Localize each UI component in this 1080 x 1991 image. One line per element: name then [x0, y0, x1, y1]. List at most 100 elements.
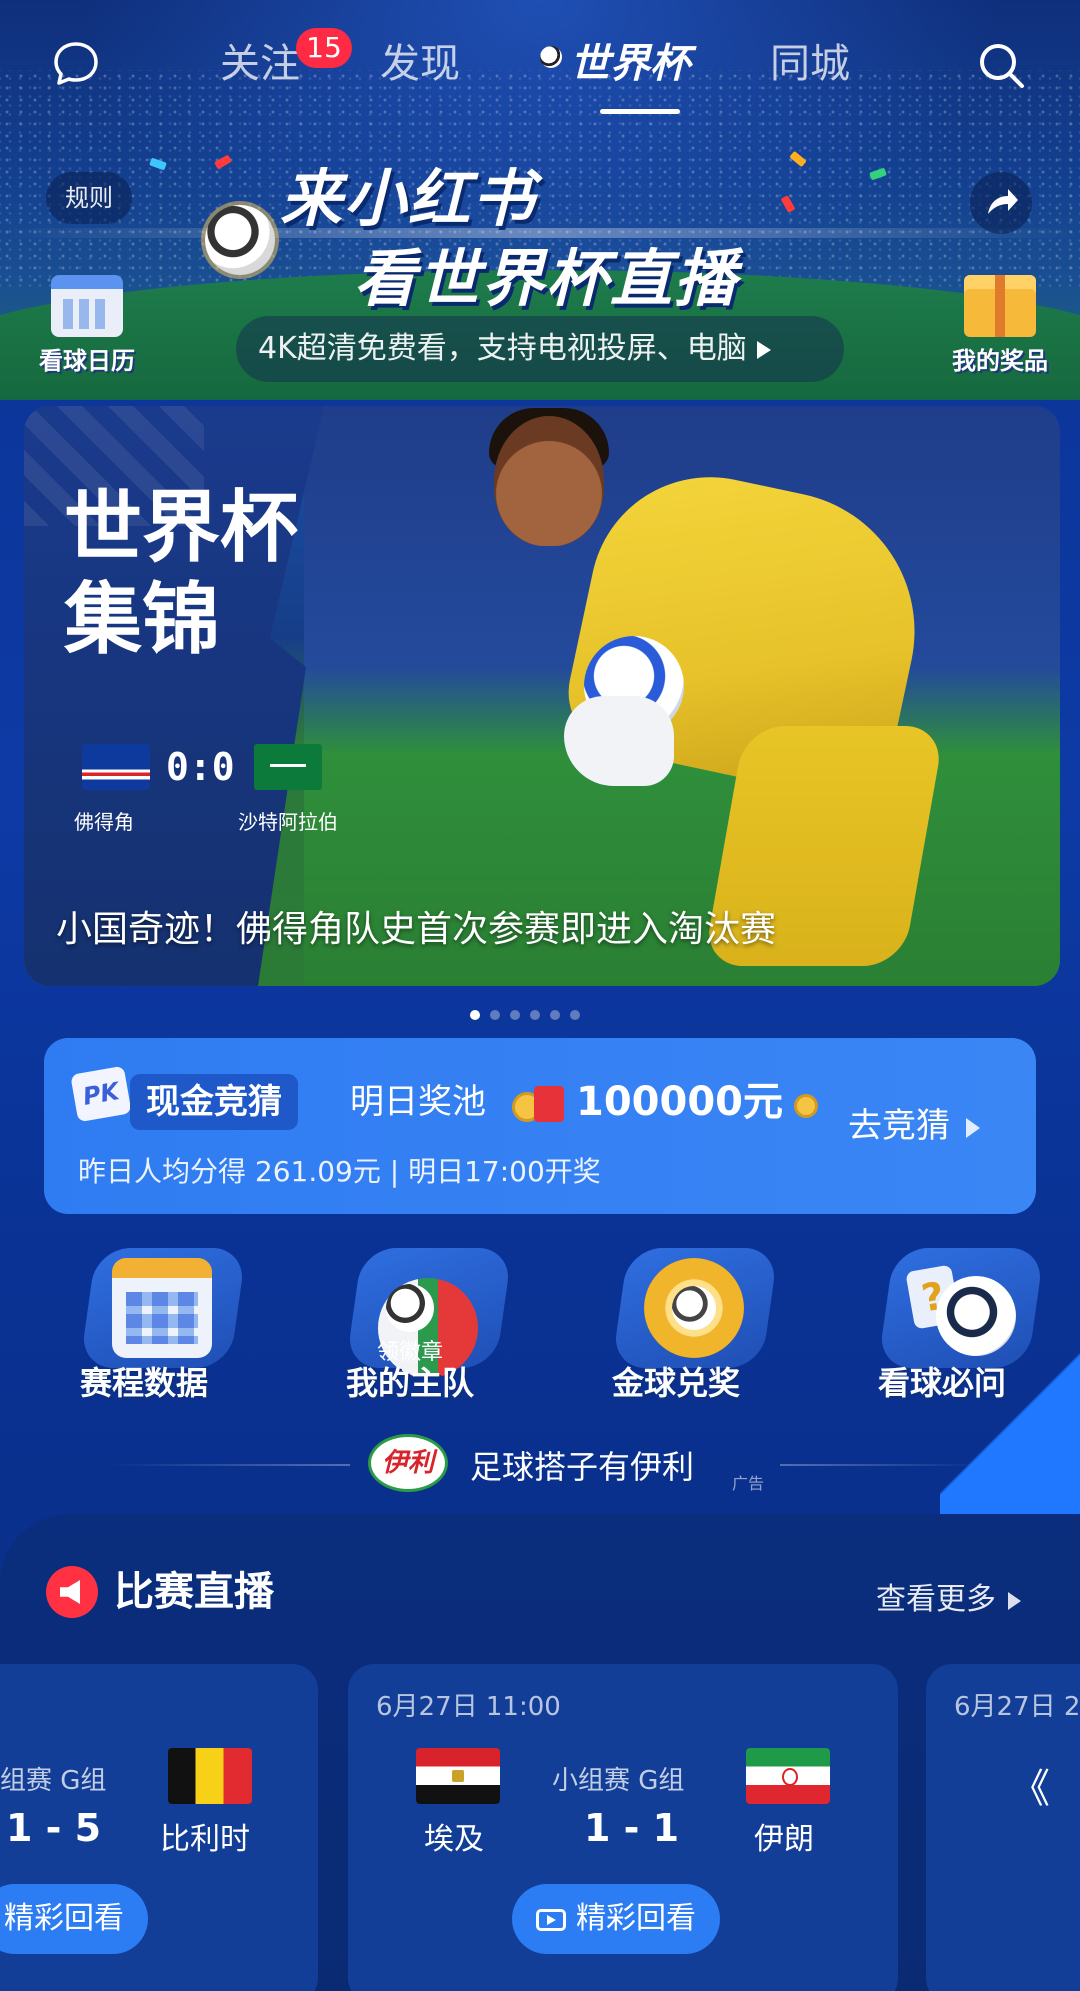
share-icon[interactable] — [970, 172, 1032, 234]
quick-item-label: 赛程数据 — [79, 1364, 208, 1402]
world-cup-page: 关注 15 发现 世界杯 同城 规则 来小红书 看世界杯直播 看球日历 我的奖品… — [0, 0, 1080, 1991]
hero-subtitle-pill[interactable]: 4K超清免费看，支持电视投屏、电脑 — [236, 316, 844, 382]
yili-logo: 伊利 — [368, 1434, 448, 1492]
tab-world-cup[interactable]: 世界杯 — [540, 36, 690, 114]
sponsor-ad[interactable]: 伊利 足球搭子有伊利 广告 — [0, 1432, 1080, 1498]
goalkeeper-glove — [564, 696, 674, 786]
highlight-score: 0:0 — [166, 745, 235, 789]
home-team-name: 佛得角 — [74, 810, 134, 834]
divider — [110, 1464, 350, 1466]
match-card[interactable]: 组赛 G组 1 - 5 比利时 精彩回看 — [0, 1664, 318, 1991]
goalkeeper-head — [494, 416, 604, 546]
egypt-flag-icon — [416, 1748, 500, 1804]
tab-follow-label: 关注 — [220, 41, 300, 87]
home-team: 埃及 — [424, 1822, 484, 1857]
my-prizes-shortcut[interactable]: 我的奖品 — [940, 275, 1060, 376]
megaphone-icon — [46, 1566, 98, 1618]
match-calendar-shortcut[interactable]: 看球日历 — [32, 275, 142, 376]
away-team: 伊朗 — [754, 1822, 814, 1857]
carousel-dot[interactable] — [530, 1010, 540, 1020]
sponsor-text: 足球搭子有伊利 — [470, 1448, 695, 1486]
live-matches-section: 比赛直播 查看更多 组赛 G组 1 - 5 比利时 精彩回看 6月27日 11:… — [0, 1514, 1080, 1991]
tab-local[interactable]: 同城 — [770, 36, 850, 92]
tab-world-cup-label: 世界杯 — [570, 41, 690, 87]
hero-subtitle: 4K超清免费看，支持电视投屏、电脑 — [258, 331, 747, 366]
calendar-icon — [51, 275, 123, 337]
chevron-right-icon — [966, 1117, 980, 1138]
chevron-left-icon: 《 — [1010, 1766, 1050, 1812]
quick-item-my-team[interactable]: 领徽章 我的主队 — [290, 1244, 530, 1424]
play-arrow-icon — [756, 340, 771, 359]
top-nav-bar: 关注 15 发现 世界杯 同城 — [0, 20, 1080, 114]
golden-ball-icon — [644, 1258, 744, 1358]
gift-icon — [964, 275, 1036, 337]
go-guess-button[interactable]: 去竞猜 — [848, 1098, 980, 1147]
quick-item-schedule[interactable]: 赛程数据 — [24, 1244, 264, 1424]
match-stage: 组赛 G组 — [0, 1766, 107, 1796]
messages-icon[interactable] — [52, 40, 100, 88]
football-shape — [936, 1276, 1016, 1356]
carousel-dot[interactable] — [490, 1010, 500, 1020]
carousel-dot[interactable] — [550, 1010, 560, 1020]
match-card[interactable]: 6月27日 11:00 埃及 小组赛 G组 1 - 1 伊朗 精彩回看 — [348, 1664, 898, 1991]
away-team: 比利时 — [160, 1822, 250, 1857]
calendar-icon — [112, 1258, 212, 1358]
quick-entries: 赛程数据 领徽章 我的主队 金球兑奖 ? 看球必问 — [0, 1244, 1080, 1424]
ad-tag: 广告 — [732, 1474, 765, 1493]
iran-flag-icon — [746, 1748, 830, 1804]
carousel-dot[interactable] — [470, 1010, 480, 1020]
football-icon — [540, 46, 562, 68]
saudi-arabia-flag-icon — [254, 744, 322, 790]
view-more-link[interactable]: 查看更多 — [876, 1574, 1021, 1618]
carousel-dot[interactable] — [510, 1010, 520, 1020]
highlight-title-line2: 集锦 — [64, 575, 221, 665]
section-title-text: 比赛直播 — [114, 1569, 274, 1615]
cash-guess-tag: 现金竞猜 — [130, 1074, 298, 1130]
away-team-name: 沙特阿拉伯 — [238, 810, 338, 834]
hero-title-line2: 看世界杯直播 — [354, 242, 739, 315]
match-score: 1 - 1 — [584, 1806, 680, 1850]
view-more-label: 查看更多 — [876, 1582, 996, 1617]
quick-item-label: 我的主队 — [345, 1364, 474, 1402]
chevron-right-icon — [1008, 1591, 1021, 1610]
highlight-scoreline: 0:0 佛得角 沙特阿拉伯 — [58, 744, 338, 834]
coin-icon — [794, 1094, 818, 1118]
my-prizes-label: 我的奖品 — [952, 347, 1048, 375]
rules-button[interactable]: 规则 — [46, 172, 132, 224]
tab-local-label: 同城 — [770, 41, 850, 87]
quick-item-label: 看球必问 — [877, 1364, 1006, 1402]
match-time: 6月27日 11:00 — [376, 1692, 561, 1722]
replay-button[interactable]: 精彩回看 — [0, 1884, 148, 1954]
quick-item-golden-ball[interactable]: 金球兑奖 — [556, 1244, 796, 1424]
search-icon[interactable] — [976, 40, 1028, 92]
divider — [780, 1464, 980, 1466]
match-stage: 小组赛 G组 — [552, 1766, 685, 1796]
cash-guess-card[interactable]: PK 现金竞猜 明日奖池 100000元 去竞猜 昨日人均分得 261.09元 … — [44, 1038, 1036, 1214]
tab-follow[interactable]: 关注 15 — [220, 28, 352, 92]
hero-title-line1: 来小红书 — [280, 162, 537, 235]
red-envelope-icon — [512, 1082, 570, 1124]
highlight-title-line1: 世界杯 — [64, 483, 299, 573]
highlight-title: 世界杯 集锦 — [64, 482, 298, 666]
carousel-indicator — [470, 1010, 590, 1020]
prize-pool-label: 明日奖池 — [350, 1082, 486, 1122]
replay-label: 精彩回看 — [4, 1901, 124, 1936]
tab-discover[interactable]: 发现 — [380, 36, 460, 92]
envelope-shape — [534, 1086, 564, 1122]
quick-item-faq[interactable]: ? 看球必问 — [822, 1244, 1062, 1424]
match-card[interactable]: 6月27日 2 《 — [926, 1664, 1080, 1991]
football-icon — [205, 205, 275, 275]
replay-icon — [536, 1908, 566, 1931]
highlight-card[interactable]: FIFA 世界杯 集锦 0:0 佛得角 沙特阿拉伯 小国奇迹！佛得角队史首次参赛… — [24, 406, 1060, 986]
replay-label: 精彩回看 — [576, 1901, 696, 1936]
question-ball-icon: ? — [905, 1258, 1016, 1358]
highlight-caption: 小国奇迹！佛得角队史首次参赛即进入淘汰赛 — [56, 909, 777, 950]
replay-button[interactable]: 精彩回看 — [512, 1884, 720, 1954]
carousel-dot[interactable] — [570, 1010, 580, 1020]
top-tabs: 关注 15 发现 世界杯 同城 — [220, 28, 930, 114]
prize-pool-amount: 100000元 — [576, 1079, 783, 1125]
cape-verde-flag-icon — [82, 744, 150, 790]
belgium-flag-icon — [168, 1748, 252, 1804]
match-time: 6月27日 2 — [954, 1692, 1080, 1722]
guess-summary: 昨日人均分得 261.09元 | 明日17:00开奖 — [78, 1155, 601, 1188]
